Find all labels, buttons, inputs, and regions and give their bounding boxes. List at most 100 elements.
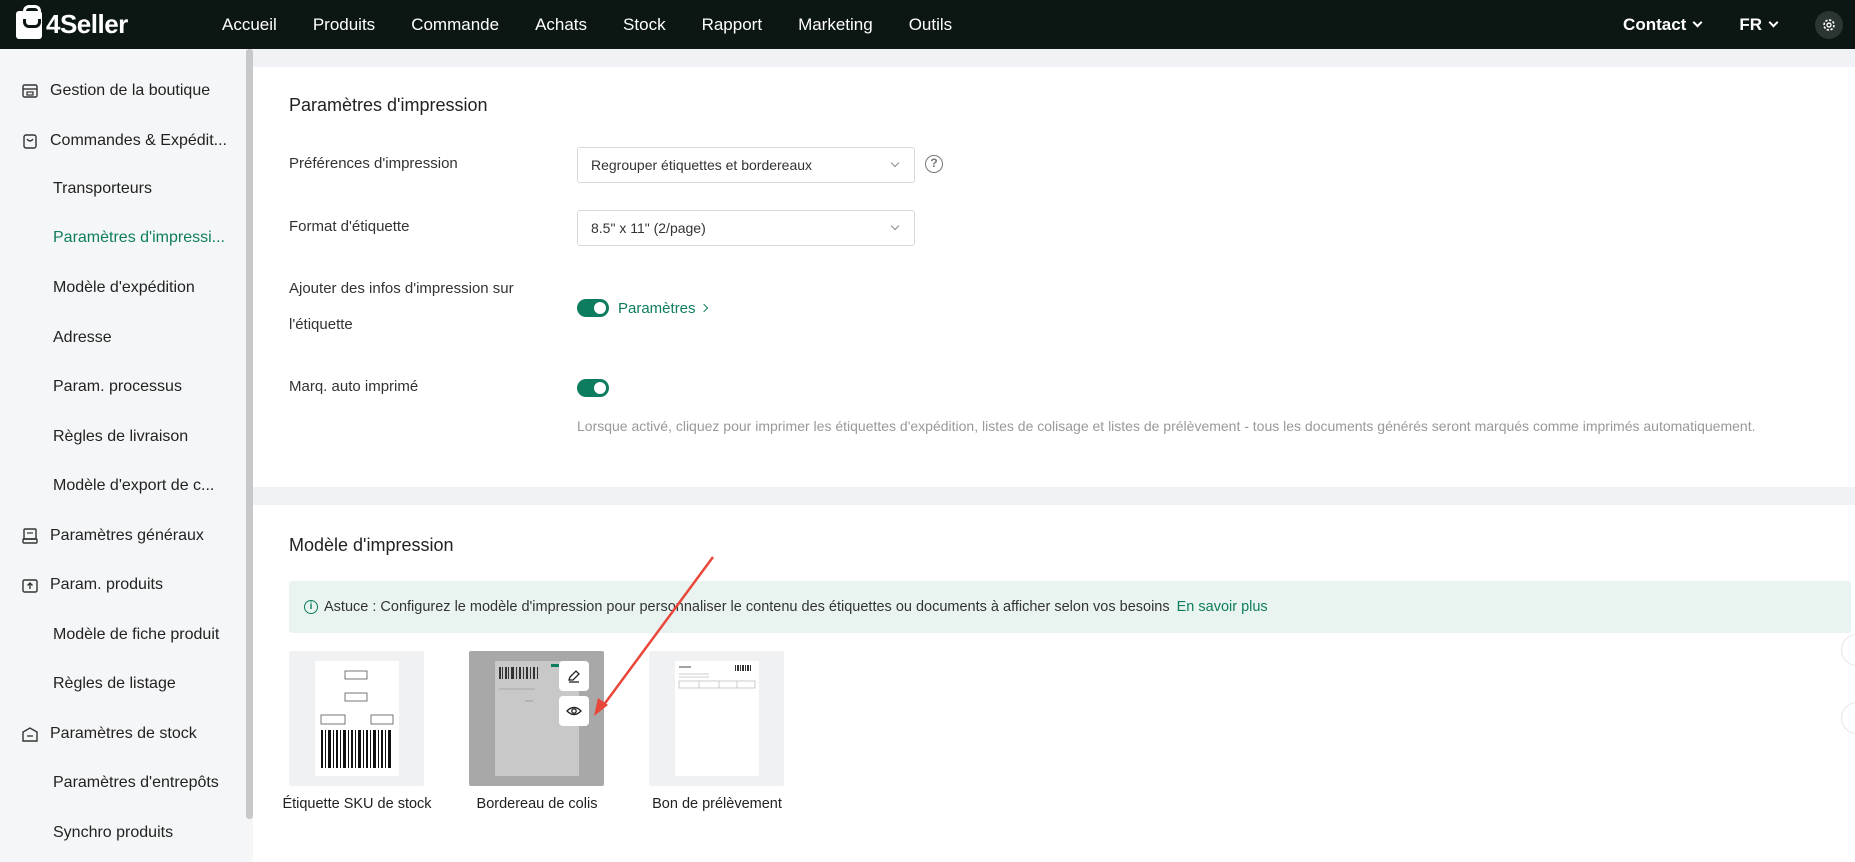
sidebar-item-label: Adresse: [53, 329, 112, 346]
preview-template-button[interactable]: [559, 696, 589, 726]
sku-label-preview: [315, 661, 399, 776]
template-card-sku-label[interactable]: [289, 651, 424, 786]
top-right-menu: Contact FR: [1623, 0, 1855, 49]
template-card-label: Bordereau de colis: [476, 796, 598, 812]
chevron-down-icon: [890, 158, 900, 168]
sidebar-item-adresse[interactable]: Adresse: [53, 323, 112, 353]
auto-mark-printed-toggle[interactable]: [577, 379, 609, 397]
print-settings-panel: Paramètres d'impression Préférences d'im…: [253, 67, 1855, 487]
add-print-info-settings-link[interactable]: Paramètres: [618, 299, 708, 317]
print-preference-label: Préférences d'impression: [289, 155, 458, 172]
template-card-picking-list[interactable]: [649, 651, 784, 786]
tip-text: Astuce : Configurez le modèle d'impressi…: [324, 599, 1170, 615]
sidebar-item-synchro-produits[interactable]: Synchro produits: [53, 818, 173, 848]
sidebar-item-label: Modèle de fiche produit: [53, 626, 220, 643]
sidebar-item-label: Paramètres d'impressi...: [53, 229, 225, 246]
sidebar-item-label: Règles de livraison: [53, 428, 189, 445]
sidebar-item-param-produits[interactable]: Param. produits: [20, 570, 163, 600]
nav-commande[interactable]: Commande: [411, 15, 499, 35]
label-format-label: Format d'étiquette: [289, 218, 410, 235]
sidebar-item-label: Paramètres généraux: [50, 527, 204, 544]
nav-rapport[interactable]: Rapport: [702, 15, 762, 35]
floating-edge-button[interactable]: [1841, 702, 1855, 734]
print-template-title: Modèle d'impression: [289, 535, 454, 555]
template-card-label: Bon de prélèvement: [652, 796, 782, 812]
sidebar-item-parametres-entrepots[interactable]: Paramètres d'entrepôts: [53, 768, 219, 798]
sidebar-item-label: Modèle d'export de c...: [53, 477, 215, 494]
learn-more-link[interactable]: En savoir plus: [1177, 599, 1268, 615]
nav-produits[interactable]: Produits: [313, 15, 375, 35]
brand-name: 4Seller: [46, 9, 128, 39]
auto-mark-printed-description: Lorsque activé, cliquez pour imprimer le…: [577, 418, 1756, 434]
warehouse-icon: [20, 724, 40, 744]
add-print-info-label-line1: Ajouter des infos d'impression sur: [289, 280, 514, 297]
language-menu[interactable]: FR: [1739, 14, 1779, 35]
sidebar-item-label: Synchro produits: [53, 824, 174, 841]
print-preference-select[interactable]: Regrouper étiquettes et bordereaux: [577, 147, 915, 183]
contact-menu[interactable]: Contact: [1623, 14, 1703, 35]
store-icon: [20, 81, 40, 101]
sidebar-item-commandes-expedition[interactable]: Commandes & Expédit...: [20, 126, 227, 156]
main-nav: Accueil Produits Commande Achats Stock R…: [222, 15, 988, 35]
language-label: FR: [1739, 14, 1762, 34]
sidebar-item-modele-export[interactable]: Modèle d'export de c...: [53, 471, 214, 501]
chevron-down-icon: [890, 221, 900, 231]
order-bag-icon: [20, 131, 40, 151]
sidebar-item-label: Règles de listage: [53, 675, 176, 692]
top-navbar: 4Seller Accueil Produits Commande Achats…: [0, 0, 1855, 49]
sidebar-item-label: Transporteurs: [53, 180, 152, 197]
sidebar-item-label: Param. produits: [50, 576, 163, 593]
info-icon: i: [304, 600, 318, 614]
shopping-bag-icon: [16, 4, 42, 39]
picking-list-preview: [675, 661, 759, 776]
print-preference-value: Regrouper étiquettes et bordereaux: [591, 157, 813, 173]
add-print-info-label-line2: l'étiquette: [289, 316, 353, 333]
gear-icon[interactable]: [1815, 10, 1843, 39]
nav-outils[interactable]: Outils: [909, 15, 952, 35]
brand-logo[interactable]: 4Seller: [16, 4, 222, 40]
tip-banner: i Astuce : Configurez le modèle d'impres…: [289, 581, 1851, 633]
chevron-down-icon: [1768, 17, 1779, 28]
sidebar-item-label: Commandes & Expédit...: [50, 132, 227, 149]
help-icon[interactable]: ?: [925, 155, 943, 173]
sidebar: Gestion de la boutique Commandes & Expéd…: [0, 49, 253, 862]
template-card-label: Étiquette SKU de stock: [282, 796, 432, 812]
sidebar-item-modele-expedition[interactable]: Modèle d'expédition: [53, 273, 195, 303]
sidebar-item-param-processus[interactable]: Param. processus: [53, 372, 182, 402]
nav-accueil[interactable]: Accueil: [222, 15, 277, 35]
edit-template-button[interactable]: [559, 661, 589, 691]
contact-label: Contact: [1623, 14, 1687, 34]
eye-icon: [566, 706, 582, 716]
chevron-down-icon: [1692, 17, 1703, 28]
print-template-panel: Modèle d'impression i Astuce : Configure…: [253, 505, 1855, 862]
sidebar-item-gestion-boutique[interactable]: Gestion de la boutique: [20, 76, 210, 106]
sidebar-item-label: Param. processus: [53, 378, 182, 395]
sidebar-scrollbar[interactable]: [246, 49, 253, 819]
sidebar-item-regles-listage[interactable]: Règles de listage: [53, 669, 176, 699]
nav-marketing[interactable]: Marketing: [798, 15, 873, 35]
label-format-value: 8.5" x 11" (2/page): [591, 220, 706, 236]
sidebar-item-parametres-stock[interactable]: Paramètres de stock: [20, 719, 197, 749]
edit-icon: [568, 670, 580, 683]
sidebar-item-transporteurs[interactable]: Transporteurs: [53, 174, 152, 204]
sidebar-item-parametres-impression[interactable]: Paramètres d'impressi...: [53, 223, 225, 253]
sidebar-item-parametres-generaux[interactable]: Paramètres généraux: [20, 521, 204, 551]
sidebar-item-label: Paramètres d'entrepôts: [53, 774, 219, 791]
sidebar-item-label: Modèle d'expédition: [53, 279, 195, 296]
nav-achats[interactable]: Achats: [535, 15, 587, 35]
label-format-select[interactable]: 8.5" x 11" (2/page): [577, 210, 915, 246]
upload-box-icon: [20, 575, 40, 595]
nav-stock[interactable]: Stock: [623, 15, 666, 35]
settings-link-label: Paramètres: [618, 299, 696, 317]
chevron-right-icon: [699, 303, 708, 313]
print-settings-title: Paramètres d'impression: [289, 95, 488, 115]
sidebar-item-modele-fiche-produit[interactable]: Modèle de fiche produit: [53, 620, 219, 650]
add-print-info-toggle[interactable]: [577, 299, 609, 317]
auto-mark-printed-label: Marq. auto imprimé: [289, 378, 419, 395]
floating-edge-button[interactable]: [1841, 634, 1855, 666]
sidebar-item-regles-livraison[interactable]: Règles de livraison: [53, 422, 188, 452]
template-card-packing-slip[interactable]: [469, 651, 604, 786]
sidebar-item-label: Paramètres de stock: [50, 725, 197, 742]
printer-settings-icon: [20, 526, 40, 546]
sidebar-item-label: Gestion de la boutique: [50, 82, 211, 99]
